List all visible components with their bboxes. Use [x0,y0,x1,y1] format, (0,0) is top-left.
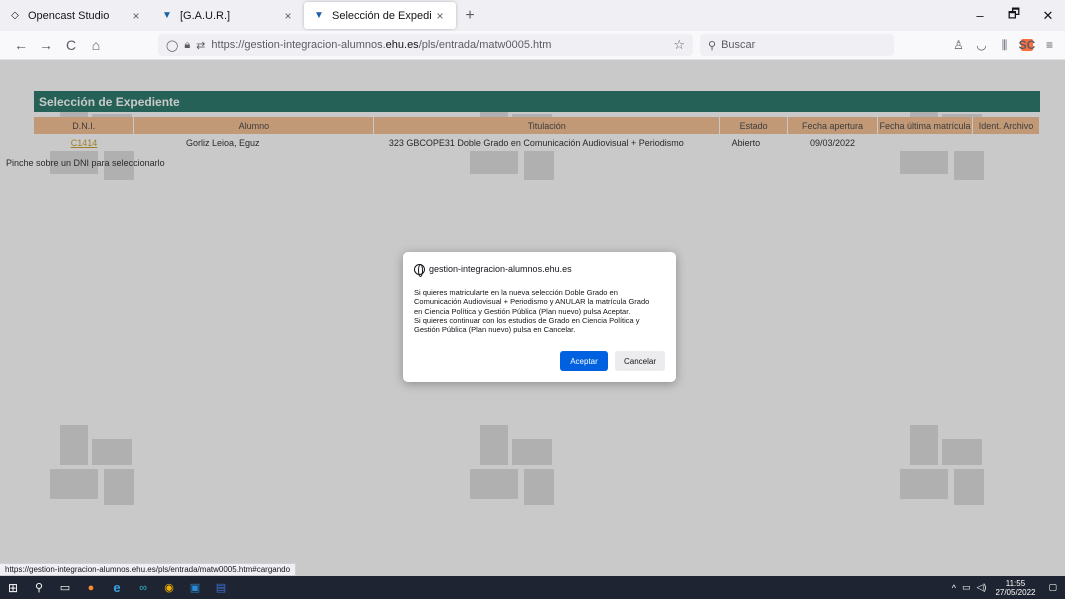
home-button[interactable]: ⌂ [85,34,107,56]
reload-button[interactable]: C [60,34,82,56]
tab-strip: ◇ Opencast Studio × ▼ [G.A.U.R.] × ▼ Sel… [0,0,1065,31]
notifications-icon[interactable]: ▢ [1048,582,1057,593]
lock-icon[interactable]: 🔒︎ [184,39,190,52]
accept-button[interactable]: Aceptar [560,351,608,371]
minimize-button[interactable]: – [963,0,997,31]
dialog-origin: gestion-integracion-alumnos.ehu.es [414,263,665,277]
windows-start-icon[interactable]: ⊞ [0,576,26,599]
status-url: https://gestion-integracion-alumnos.ehu.… [0,563,297,576]
volume-icon[interactable]: ◁) [977,582,987,593]
tab-title: [G.A.U.R.] [180,9,231,22]
window-controls: – 🗗 ✕ [963,0,1065,31]
back-button[interactable]: ← [10,34,32,56]
search-input[interactable]: ⚲ Buscar [700,34,894,56]
dialog-origin-text: gestion-integracion-alumnos.ehu.es [429,264,572,274]
permissions-icon[interactable]: ⇄ [196,39,205,52]
extension-badge[interactable]: SC [1019,38,1036,52]
navigation-bar: ← → C ⌂ ◯ 🔒︎ ⇄ https://gestion-integraci… [0,31,1065,60]
bookmark-star-icon[interactable]: ☆ [673,37,685,53]
shield-icon[interactable]: ◯ [166,39,178,52]
tab-close-icon[interactable]: × [280,9,296,23]
network-icon[interactable]: ▭ [962,582,971,593]
chevron-up-icon[interactable]: ^ [952,583,956,593]
forward-button[interactable]: → [35,34,57,56]
clock-date: 27/05/2022 [995,587,1036,597]
clock[interactable]: 11:55 27/05/2022 [995,579,1035,597]
search-icon: ⚲ [708,39,717,52]
chrome-icon[interactable]: ◉ [156,576,182,599]
globe-icon [414,263,425,277]
url-prefix: https://gestion-integracion-alumnos. [211,39,386,51]
close-window-button[interactable]: ✕ [1031,0,1065,31]
url-suffix: /pls/entrada/matw0005.htm [418,39,552,51]
toolbar-icons: ♙ ◡ ⫼ SC ≡ [947,34,1061,56]
system-tray: ^ ▭ ◁) 11:55 27/05/2022 ▢ [949,576,1065,599]
webex-icon[interactable]: ∞ [130,576,156,599]
ehu-icon: ▼ [314,10,324,21]
ehu-icon: ▼ [162,10,172,21]
tab-seleccion-expediente[interactable]: ▼ Selección de Expediente × [304,2,456,29]
menu-icon[interactable]: ≡ [1038,38,1061,52]
opencast-icon: ◇ [11,10,19,21]
tab-close-icon[interactable]: × [128,9,144,23]
dialog-buttons: Aceptar Cancelar [560,351,665,371]
tab-title: Selección de Expediente [332,9,432,22]
outlook-icon[interactable]: ▣ [182,576,208,599]
new-tab-button[interactable]: + [456,0,484,31]
tab-close-icon[interactable]: × [432,9,448,23]
search-icon[interactable]: ⚲ [26,576,52,599]
restore-button[interactable]: 🗗 [997,0,1031,31]
account-icon[interactable]: ♙ [947,38,970,52]
task-view-icon[interactable]: ▭ [52,576,78,599]
cancel-button[interactable]: Cancelar [615,351,665,371]
tab-opencast-studio[interactable]: ◇ Opencast Studio × [0,0,152,31]
search-placeholder: Buscar [721,39,756,51]
url-domain: ehu.es [385,39,419,51]
tab-title: Opencast Studio [28,9,110,22]
edge-icon[interactable]: e [104,576,130,599]
clock-time: 11:55 [1005,578,1026,588]
library-icon[interactable]: ⫼ [993,38,1016,53]
dialog-message: Si quieres matricularte en la nueva sele… [414,288,650,335]
confirm-dialog: gestion-integracion-alumnos.ehu.es Si qu… [403,252,676,382]
taskbar: ⊞ ⚲ ▭ ● e ∞ ◉ ▣ ▤ ^ ▭ ◁) 11:55 27/05/202… [0,576,1065,599]
firefox-icon[interactable]: ● [78,576,104,599]
pocket-icon[interactable]: ◡ [970,38,993,52]
tab-gaur[interactable]: ▼ [G.A.U.R.] × [152,0,304,31]
url-bar[interactable]: ◯ 🔒︎ ⇄ https://gestion-integracion-alumn… [158,34,693,56]
word-icon[interactable]: ▤ [208,576,234,599]
